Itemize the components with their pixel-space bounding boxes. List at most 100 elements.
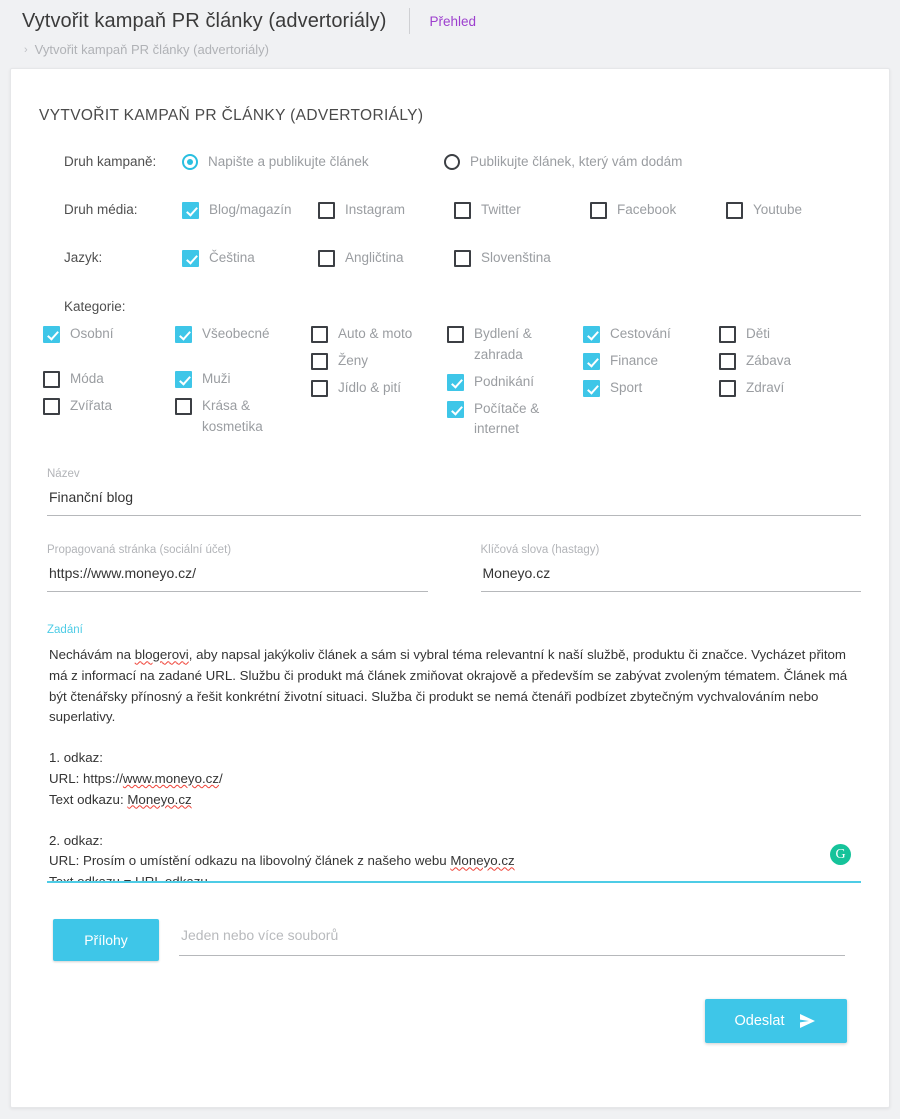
checkbox-option-moda[interactable]: Móda (43, 369, 175, 390)
checkbox-label: Děti (746, 325, 771, 341)
checkbox-option-osobni[interactable]: Osobní (43, 324, 175, 345)
field-row-media-type: Druh média: Blog/magazín Instagram Twitt… (39, 200, 861, 221)
brief-link1-text: Text odkazu: Moneyo.cz (49, 791, 192, 807)
brief-label: Zadání (47, 624, 83, 637)
checkbox-icon-unchecked[interactable] (43, 397, 60, 415)
checkbox-option-podnikani[interactable]: Podnikání (447, 372, 583, 393)
radio-label: Publikujte článek, který vám dodám (470, 154, 683, 169)
checkbox-icon-unchecked[interactable] (454, 249, 471, 267)
attachments-button[interactable]: Přílohy (53, 919, 159, 962)
checkbox-option-jidlo-piti[interactable]: Jídlo & pití (311, 378, 447, 399)
checkbox-option-czech[interactable]: Čeština (182, 248, 318, 269)
checkbox-icon-unchecked[interactable] (590, 201, 607, 219)
checkbox-icon-unchecked[interactable] (447, 325, 464, 343)
checkbox-icon-checked[interactable] (583, 325, 600, 343)
breadcrumb-item[interactable]: Vytvořit kampaň PR články (advertoriály) (35, 42, 269, 57)
checkbox-icon-unchecked[interactable] (43, 370, 60, 388)
checkbox-icon-unchecked[interactable] (719, 325, 736, 343)
promoted-page-input[interactable] (47, 565, 428, 593)
checkbox-option-auto-moto[interactable]: Auto & moto (311, 324, 447, 345)
checkbox-option-bydleni-zahrada[interactable]: Bydlení & zahrada (447, 324, 583, 366)
checkbox-option-pocitace-internet[interactable]: Počítače & internet (447, 399, 583, 441)
checkbox-label: Youtube (753, 201, 803, 217)
checkbox-label: Sport (610, 379, 643, 395)
brief-link2-text: Text odkazu = URL odkazu (49, 874, 208, 884)
checkbox-icon-unchecked[interactable] (311, 325, 328, 343)
checkbox-icon-checked[interactable] (182, 201, 199, 219)
checkbox-option-youtube[interactable]: Youtube (726, 200, 862, 221)
attachments-field (179, 919, 861, 957)
checkbox-option-zvirata[interactable]: Zvířata (43, 396, 175, 417)
checkbox-icon-unchecked[interactable] (318, 201, 335, 219)
keywords-label: Klíčová slova (hastagy) (480, 544, 600, 557)
radio-option-publish-supplied[interactable]: Publikujte článek, který vám dodám (444, 152, 724, 173)
radio-icon-selected[interactable] (182, 154, 198, 170)
attachments-row: Přílohy (39, 919, 861, 962)
checkbox-option-twitter[interactable]: Twitter (454, 200, 590, 221)
field-group-keywords: Klíčová slova (hastagy) (480, 544, 861, 593)
checkbox-option-muzi[interactable]: Muži (175, 369, 311, 390)
name-input[interactable] (47, 489, 861, 517)
title-divider (408, 8, 410, 34)
page-root: Vytvořit kampaň PR články (advertoriály)… (0, 0, 900, 1119)
categories-column-3: Auto & moto Ženy Jídlo & pití (311, 324, 447, 447)
checkbox-option-blog[interactable]: Blog/magazín (182, 200, 318, 221)
categories-column-5: Cestování Finance Sport (583, 324, 719, 447)
checkbox-icon-unchecked[interactable] (726, 201, 743, 219)
language-options: Čeština Angličtina Slovenština (182, 248, 861, 269)
categories-column-1: Osobní Móda Zvířata (39, 324, 175, 447)
brief-textarea[interactable]: Nechávám na blogerovi, aby napsal jakýko… (47, 645, 861, 884)
checkbox-label: Osobní (70, 325, 114, 341)
checkbox-option-cestovani[interactable]: Cestování (583, 324, 719, 345)
checkbox-label: Instagram (345, 201, 406, 217)
campaign-type-label: Druh kampaně: (64, 154, 157, 169)
checkbox-option-zabava[interactable]: Zábava (719, 351, 855, 372)
checkbox-icon-unchecked[interactable] (318, 249, 335, 267)
submit-row: Odeslat (39, 999, 861, 1044)
radio-label: Napište a publikujte článek (208, 154, 369, 169)
checkbox-icon-checked[interactable] (447, 373, 464, 391)
checkbox-icon-unchecked[interactable] (311, 379, 328, 397)
checkbox-icon-unchecked[interactable] (175, 397, 192, 415)
radio-option-write-and-publish[interactable]: Napište a publikujte článek (182, 152, 444, 173)
checkbox-icon-unchecked[interactable] (719, 379, 736, 397)
checkbox-label: Finance (610, 352, 659, 368)
brief-link2-url: URL: Prosím o umístění odkazu na libovol… (49, 853, 515, 869)
checkbox-icon-unchecked[interactable] (454, 201, 471, 219)
brief-link2-title: 2. odkaz: (49, 832, 103, 848)
checkbox-option-facebook[interactable]: Facebook (590, 200, 726, 221)
checkbox-icon-unchecked[interactable] (311, 352, 328, 370)
checkbox-icon-checked[interactable] (175, 325, 192, 343)
radio-icon-unselected[interactable] (444, 154, 460, 170)
keywords-input[interactable] (480, 565, 861, 593)
checkbox-option-deti[interactable]: Děti (719, 324, 855, 345)
checkbox-label: Zdraví (746, 379, 785, 395)
checkbox-option-slovak[interactable]: Slovenština (454, 248, 590, 269)
checkbox-icon-checked[interactable] (583, 352, 600, 370)
overview-link[interactable]: Přehled (430, 14, 477, 29)
checkbox-icon-unchecked[interactable] (719, 352, 736, 370)
checkbox-option-finance[interactable]: Finance (583, 351, 719, 372)
checkbox-label: Facebook (617, 201, 677, 217)
checkbox-option-english[interactable]: Angličtina (318, 248, 454, 269)
checkbox-option-zeny[interactable]: Ženy (311, 351, 447, 372)
field-group-promoted-page: Propagovaná stránka (sociální účet) (47, 544, 428, 593)
checkbox-option-vseobecne[interactable]: Všeobecné (175, 324, 311, 345)
checkbox-label: Twitter (481, 201, 521, 217)
checkbox-icon-checked[interactable] (43, 325, 60, 343)
checkbox-option-krasa-kosmetika[interactable]: Krása & kosmetika (175, 396, 311, 438)
checkbox-icon-checked[interactable] (583, 379, 600, 397)
attachments-input[interactable] (179, 919, 845, 957)
field-group-row: Propagovaná stránka (sociální účet) Klíč… (39, 544, 861, 593)
checkbox-icon-checked[interactable] (175, 370, 192, 388)
submit-button-label: Odeslat (734, 1013, 785, 1030)
checkbox-option-sport[interactable]: Sport (583, 378, 719, 399)
brief-link1-url: URL: https://www.moneyo.cz/ (49, 771, 223, 787)
checkbox-option-zdravi[interactable]: Zdraví (719, 378, 855, 399)
submit-button[interactable]: Odeslat (705, 999, 847, 1044)
checkbox-option-instagram[interactable]: Instagram (318, 200, 454, 221)
checkbox-icon-checked[interactable] (182, 249, 199, 267)
page-title: Vytvořit kampaň PR články (advertoriály) (22, 10, 387, 32)
checkbox-label: Muži (202, 370, 231, 386)
checkbox-icon-checked[interactable] (447, 400, 464, 418)
